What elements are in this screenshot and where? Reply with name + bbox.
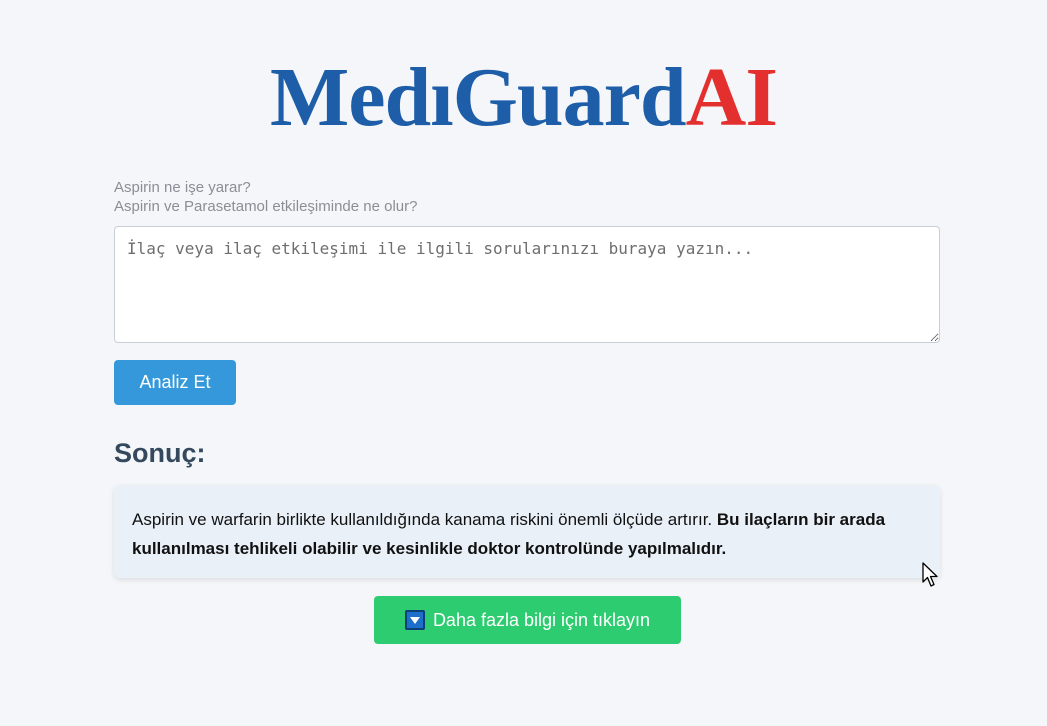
more-info-label: Daha fazla bilgi için tıklayın (432, 609, 651, 630)
question-input[interactable] (114, 226, 940, 343)
down-arrow-square-icon (404, 610, 425, 630)
logo-text-accent: AI (685, 51, 778, 144)
example-question: Aspirin ve Parasetamol etkileşiminde ne … (114, 198, 418, 215)
example-question: Aspirin ne işe yarar? (114, 179, 251, 196)
analyze-button[interactable]: Analiz Et (114, 360, 236, 405)
page: MedıGuardAI Aspirin ne işe yarar? Aspiri… (0, 0, 1047, 726)
logo-text-primary: MedıGuard (269, 51, 687, 144)
result-heading: Sonuç: (114, 438, 206, 468)
mouse-pointer-icon (922, 562, 938, 587)
example-questions: Aspirin ne işe yarar? Aspirin ve Paraset… (114, 178, 417, 216)
app-logo: MedıGuardAI (0, 52, 1047, 144)
more-info-button[interactable]: Daha fazla bilgi için tıklayın (374, 596, 681, 644)
result-text: Aspirin ve warfarin birlikte kullanıldığ… (132, 510, 717, 529)
result-panel: Aspirin ve warfarin birlikte kullanıldığ… (114, 485, 940, 578)
